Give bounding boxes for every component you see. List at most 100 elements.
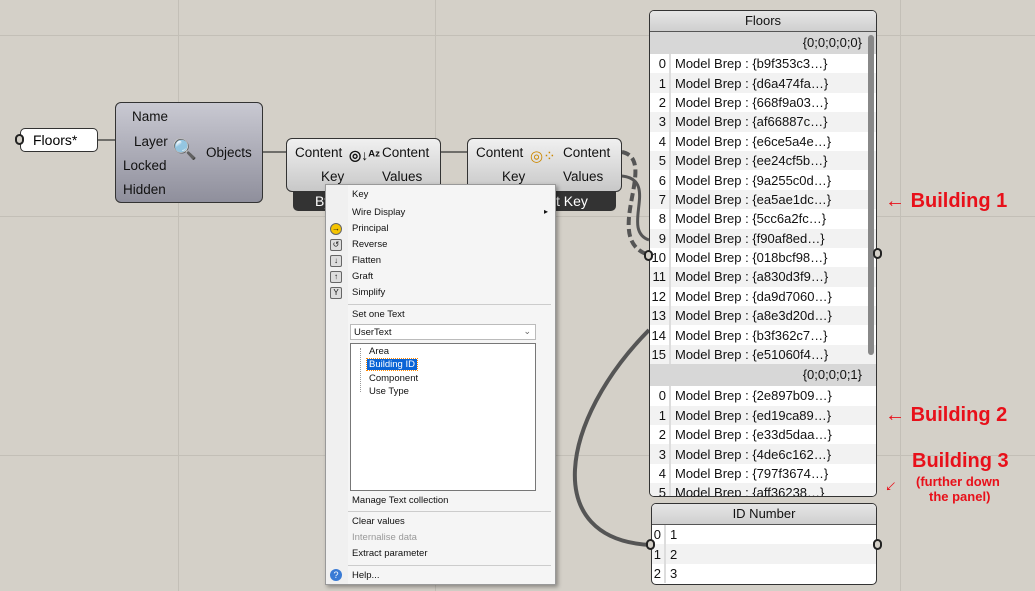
item-value: Model Brep : {e6ce5a4e…} xyxy=(675,133,832,149)
item-value: Model Brep : {b9f353c3…} xyxy=(675,56,828,72)
item-value: Model Brep : {aff36238…} xyxy=(675,485,825,497)
item-index: 7 xyxy=(650,189,671,210)
scrollbar[interactable] xyxy=(868,35,874,355)
menu-item-reverse[interactable]: Reverse xyxy=(352,239,387,250)
context-menu: Key Wire Display ▸ → Principal ↺ Reverse… xyxy=(325,184,556,585)
menu-item-clear-values[interactable]: Clear values xyxy=(352,516,405,527)
list-item: 12 xyxy=(652,544,876,564)
menu-item-help[interactable]: Help... xyxy=(352,570,379,581)
output-values[interactable]: Values xyxy=(563,169,603,184)
panel-title: ID Number xyxy=(652,504,876,525)
key-tree[interactable]: Area Building ID Component Use Type xyxy=(350,343,536,491)
floors-panel[interactable]: Floors {0;0;0;0;0} 0 Model Brep : {b9f353c… xyxy=(649,10,877,497)
query-objects-component[interactable]: Name Layer Locked Hidden 🔍 Objects xyxy=(115,102,263,203)
item-value: Model Brep : {e33d5daa…} xyxy=(675,427,832,443)
item-value: Model Brep : {ed19ca89…} xyxy=(675,407,832,423)
item-value: Model Brep : {f90af8ed…} xyxy=(675,230,825,246)
item-index: 5 xyxy=(650,150,671,171)
annotation-text: Building 2 xyxy=(910,404,1008,426)
tree-item-use-type[interactable]: Use Type xyxy=(369,386,409,397)
tree-item-building-id[interactable]: Building ID xyxy=(366,358,418,371)
menu-item-graft[interactable]: Graft xyxy=(352,271,373,282)
floors-parameter[interactable]: Floors* xyxy=(20,128,98,152)
list-item: 0 Model Brep : {b9f353c3…} xyxy=(650,54,876,74)
item-value: Model Brep : {018bcf98…} xyxy=(675,250,828,266)
menu-item-manage-text[interactable]: Manage Text collection xyxy=(352,495,448,506)
simplify-icon: Y xyxy=(330,287,342,299)
list-item: 3 Model Brep : {4de6c162…} xyxy=(650,444,876,464)
annotation-building-2: ← Building 2 xyxy=(885,404,1008,426)
input-grip[interactable] xyxy=(646,539,655,550)
input-content[interactable]: Content xyxy=(295,145,342,160)
item-index: 2 xyxy=(650,92,671,113)
item-index: 1 xyxy=(650,405,671,426)
output-content[interactable]: Content xyxy=(382,145,429,160)
list-item: 4 Model Brep : {e6ce5a4e…} xyxy=(650,131,876,151)
item-index: 2 xyxy=(650,425,671,445)
item-value: Model Brep : {a830d3f9…} xyxy=(675,269,829,285)
item-index: 2 xyxy=(652,563,666,584)
input-key[interactable]: Key xyxy=(502,169,525,184)
list-item: 14 Model Brep : {b3f362c7…} xyxy=(650,325,876,345)
menu-separator xyxy=(348,511,551,512)
item-index: 8 xyxy=(650,209,671,229)
panel-body: {0;0;0;0;0} 0 Model Brep : {b9f353c3…} 1 Mod… xyxy=(650,32,876,497)
input-grip[interactable] xyxy=(15,134,24,145)
tree-item-area[interactable]: Area xyxy=(369,346,389,357)
flatten-icon: ↓ xyxy=(330,255,342,267)
text-key-icon: ◎⁘ xyxy=(530,148,556,165)
menu-item-principal[interactable]: Principal xyxy=(352,223,388,234)
panel-title: Floors xyxy=(650,11,876,32)
input-name[interactable]: Name xyxy=(132,109,168,124)
item-value: Model Brep : {d6a474fa…} xyxy=(675,75,829,91)
list-item: 7 Model Brep : {ea5ae1dc…} xyxy=(650,189,876,210)
item-index: 15 xyxy=(650,344,671,365)
list-item: 8 Model Brep : {5cc6a2fc…} xyxy=(650,209,876,229)
input-key[interactable]: Key xyxy=(321,169,344,184)
list-item: 11 Model Brep : {a830d3f9…} xyxy=(650,267,876,287)
output-objects[interactable]: Objects xyxy=(206,145,252,160)
input-locked[interactable]: Locked xyxy=(123,158,167,173)
usertext-dropdown[interactable]: UserText ⌄ xyxy=(350,324,536,340)
list-item: 12 Model Brep : {da9d7060…} xyxy=(650,286,876,307)
list-item: 01 xyxy=(652,525,876,545)
list-item: 3 Model Brep : {af66887c…} xyxy=(650,112,876,132)
menu-item-extract[interactable]: Extract parameter xyxy=(352,548,428,559)
output-content[interactable]: Content xyxy=(563,145,610,160)
help-icon: ? xyxy=(330,569,342,581)
item-value: Model Brep : {ea5ae1dc…} xyxy=(675,191,832,207)
input-layer[interactable]: Layer xyxy=(134,134,168,149)
list-item: 6 Model Brep : {9a255c0d…} xyxy=(650,170,876,190)
floors-param-label: Floors* xyxy=(33,132,78,148)
annotation-building-1: ← Building 1 xyxy=(885,190,1008,212)
item-value: Model Brep : {668f9a03…} xyxy=(675,94,829,110)
menu-item-key[interactable]: Key xyxy=(352,189,368,200)
item-index: 14 xyxy=(650,325,671,345)
menu-item-flatten[interactable]: Flatten xyxy=(352,255,381,266)
input-content[interactable]: Content xyxy=(476,145,523,160)
list-item: 5 Model Brep : {ee24cf5b…} xyxy=(650,150,876,171)
item-index: 12 xyxy=(650,286,671,307)
list-item: 15 Model Brep : {e51060f4…} xyxy=(650,344,876,365)
item-value: Model Brep : {4de6c162…} xyxy=(675,446,832,462)
output-grip[interactable] xyxy=(873,539,882,550)
input-grip[interactable] xyxy=(644,250,653,261)
menu-item-wire-display[interactable]: Wire Display xyxy=(352,207,405,218)
menu-item-simplify[interactable]: Simplify xyxy=(352,287,385,298)
tree-item-component[interactable]: Component xyxy=(369,373,418,384)
list-item: 23 xyxy=(652,563,876,584)
list-item: 4 Model Brep : {797f3674…} xyxy=(650,463,876,484)
id-number-panel[interactable]: ID Number 011223 xyxy=(651,503,877,585)
output-grip[interactable] xyxy=(873,248,882,259)
list-item: 2 Model Brep : {668f9a03…} xyxy=(650,92,876,113)
wire xyxy=(572,328,652,547)
item-value: Model Brep : {b3f362c7…} xyxy=(675,327,828,343)
item-index: 9 xyxy=(650,228,671,248)
item-index: 5 xyxy=(650,483,671,496)
submenu-arrow-icon: ▸ xyxy=(544,207,549,216)
branch-path: {0;0;0;0;1} xyxy=(650,364,876,387)
input-hidden[interactable]: Hidden xyxy=(123,182,166,197)
list-item: 10 Model Brep : {018bcf98…} xyxy=(650,247,876,268)
query-objects-icon: 🔍 xyxy=(172,139,197,161)
output-values[interactable]: Values xyxy=(382,169,422,184)
